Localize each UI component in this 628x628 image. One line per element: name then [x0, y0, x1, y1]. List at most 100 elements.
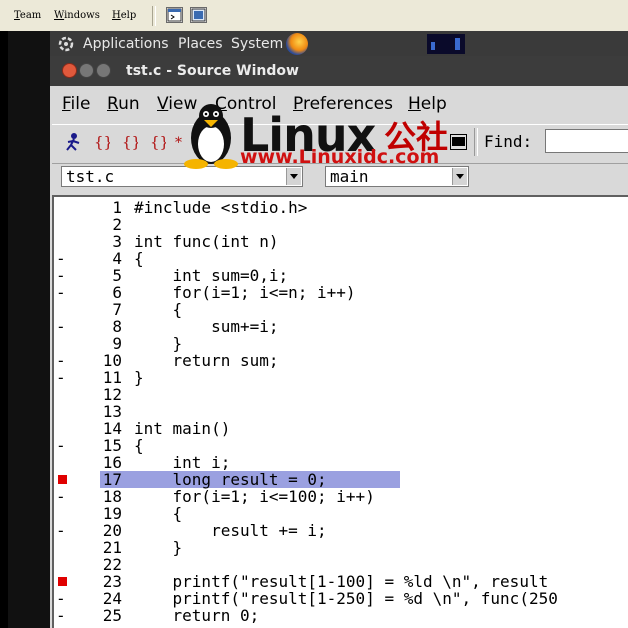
- source-line[interactable]: 19 {: [52, 505, 628, 522]
- source-line[interactable]: - 25 return 0;: [52, 607, 628, 624]
- line-number: 8: [112, 317, 122, 336]
- terminal-view-icon[interactable]: [166, 7, 183, 23]
- line-number: 17: [102, 470, 122, 489]
- finish-icon[interactable]: {}: [148, 132, 166, 152]
- run-icon[interactable]: [64, 132, 82, 152]
- source-line[interactable]: 22: [52, 556, 628, 573]
- breakpoint-slot[interactable]: -: [56, 437, 68, 454]
- breakpoint-slot[interactable]: -: [56, 488, 68, 505]
- window-maximize-button[interactable]: [96, 63, 111, 78]
- breakpoint-slot[interactable]: -: [56, 250, 68, 267]
- code-text: return sum;: [134, 351, 279, 370]
- source-line[interactable]: - 8 sum+=i;: [52, 318, 628, 335]
- line-number: 23: [102, 572, 122, 591]
- line-number: 24: [102, 589, 122, 608]
- line-number: 7: [112, 300, 122, 319]
- step-icon[interactable]: {}: [92, 132, 110, 152]
- line-number: 20: [102, 521, 122, 540]
- menu-file[interactable]: File: [62, 94, 90, 114]
- menu-run[interactable]: Run: [107, 94, 140, 114]
- source-line[interactable]: 16 int i;: [52, 454, 628, 471]
- source-line[interactable]: 12: [52, 386, 628, 403]
- source-line[interactable]: - 11}: [52, 369, 628, 386]
- source-line[interactable]: - 20 result += i;: [52, 522, 628, 539]
- code-text: int i;: [134, 453, 231, 472]
- console-icon[interactable]: [450, 134, 467, 150]
- source-line[interactable]: 7 {: [52, 301, 628, 318]
- window-close-button[interactable]: [62, 63, 77, 78]
- function-combo[interactable]: main: [325, 166, 469, 187]
- breakpoint-slot[interactable]: -: [56, 318, 68, 335]
- code-text: return 0;: [134, 606, 260, 625]
- source-line[interactable]: - 5 int sum=0,i;: [52, 267, 628, 284]
- line-number: 19: [102, 504, 122, 523]
- breakpoint-marker[interactable]: [58, 577, 67, 586]
- code-text: }: [134, 334, 183, 353]
- code-text: {: [134, 504, 183, 523]
- maximize-view-icon[interactable]: [190, 7, 207, 23]
- source-line[interactable]: 14 int main(): [52, 420, 628, 437]
- svg-text:{}: {}: [122, 133, 138, 151]
- find-input[interactable]: [545, 129, 628, 153]
- gnome-applications-menu[interactable]: Applications: [83, 36, 169, 52]
- menu-help[interactable]: Help: [408, 94, 447, 114]
- source-line[interactable]: 23 printf("result[1-100] = %ld \n", resu…: [52, 573, 628, 590]
- code-text: sum+=i;: [134, 317, 279, 336]
- source-line[interactable]: 1 #include <stdio.h>: [52, 199, 628, 216]
- code-text: long result = 0;: [134, 470, 327, 489]
- breakpoint-slot[interactable]: -: [56, 284, 68, 301]
- code-text: {: [134, 436, 144, 455]
- menu-team[interactable]: Team: [14, 10, 41, 21]
- svg-text:{}: {}: [94, 133, 110, 151]
- source-line[interactable]: - 4 {: [52, 250, 628, 267]
- source-line[interactable]: 13: [52, 403, 628, 420]
- workspace-thumbnail[interactable]: [427, 34, 465, 54]
- menu-windows[interactable]: Windows: [54, 10, 100, 21]
- code-text: for(i=1; i<=100; i++): [134, 487, 375, 506]
- tux-penguin-logo: [184, 104, 238, 169]
- source-line[interactable]: 3 int func(int n): [52, 233, 628, 250]
- code-text: int main(): [134, 419, 231, 438]
- source-line[interactable]: - 15 {: [52, 437, 628, 454]
- breakpoint-slot[interactable]: -: [56, 352, 68, 369]
- source-line[interactable]: 2: [52, 216, 628, 233]
- gnome-places-menu[interactable]: Places: [178, 36, 223, 52]
- breakpoint-slot[interactable]: -: [56, 267, 68, 284]
- window-minimize-button[interactable]: [79, 63, 94, 78]
- code-text: printf("result[1-100] = %ld \n", result: [134, 572, 549, 591]
- source-line[interactable]: - 10 return sum;: [52, 352, 628, 369]
- line-number: 4: [112, 249, 122, 268]
- logo-url-text: www.Linuxidc.com: [240, 146, 440, 168]
- next-icon[interactable]: {}: [120, 132, 138, 152]
- file-combo-arrow[interactable]: [286, 168, 301, 185]
- line-number: 2: [112, 215, 122, 234]
- breakpoint-slot[interactable]: -: [56, 590, 68, 607]
- firefox-launcher-icon[interactable]: [286, 33, 308, 55]
- function-combo-arrow[interactable]: [452, 168, 467, 185]
- code-text: {: [134, 249, 144, 268]
- line-number: 9: [112, 334, 122, 353]
- desktop-dark-gutter: [8, 31, 50, 628]
- source-line[interactable]: 17 long result = 0;: [52, 471, 628, 488]
- source-line[interactable]: 9 }: [52, 335, 628, 352]
- gnome-system-menu[interactable]: System: [231, 36, 283, 52]
- code-text: for(i=1; i<=n; i++): [134, 283, 356, 302]
- source-line[interactable]: - 18 for(i=1; i<=100; i++): [52, 488, 628, 505]
- line-number: 6: [112, 283, 122, 302]
- breakpoint-slot[interactable]: -: [56, 522, 68, 539]
- line-number: 3: [112, 232, 122, 251]
- code-text: #include <stdio.h>: [134, 198, 308, 217]
- svg-text:{}: {}: [150, 133, 166, 151]
- code-text: {: [134, 300, 183, 319]
- source-line[interactable]: 21 }: [52, 539, 628, 556]
- menu-help-outer[interactable]: Help: [112, 10, 136, 21]
- breakpoint-slot[interactable]: -: [56, 369, 68, 386]
- line-number: 10: [102, 351, 122, 370]
- source-line[interactable]: - 24 printf("result[1-250] = %d \n", func…: [52, 590, 628, 607]
- code-text: int sum=0,i;: [134, 266, 289, 285]
- breakpoint-marker[interactable]: [58, 475, 67, 484]
- toolbar-separator: [152, 6, 156, 26]
- breakpoint-slot[interactable]: -: [56, 607, 68, 624]
- source-line[interactable]: - 6 for(i=1; i<=n; i++): [52, 284, 628, 301]
- gnome-foot-icon[interactable]: [58, 36, 74, 52]
